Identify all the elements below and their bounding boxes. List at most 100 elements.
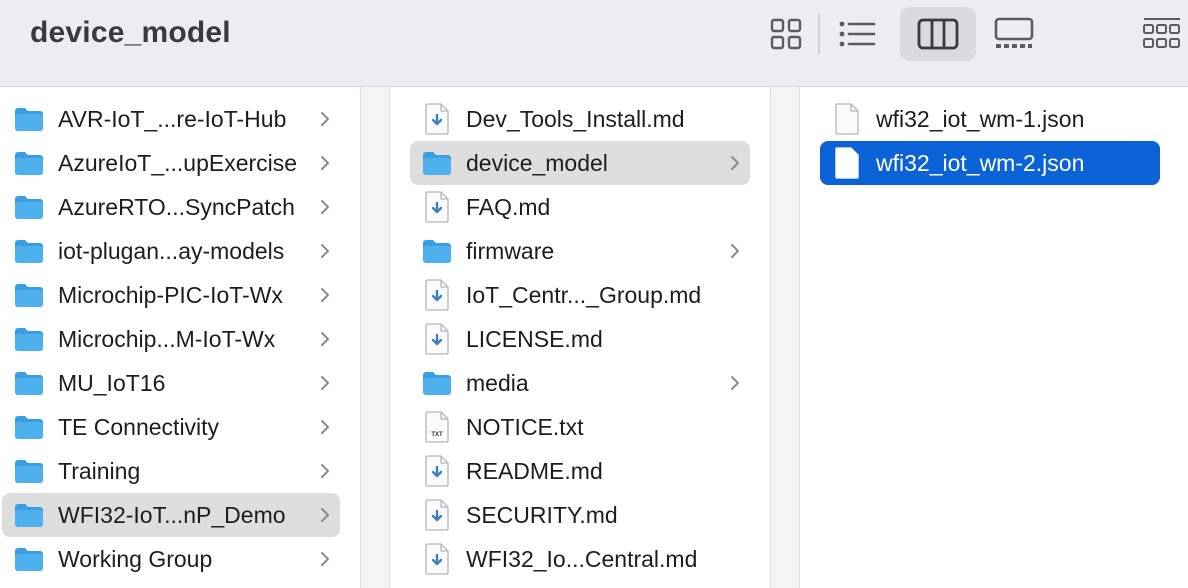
file-item[interactable]: wfi32_iot_wm-1.json	[820, 97, 1160, 141]
item-label: AzureRTO...SyncPatch	[58, 193, 295, 220]
folder-icon	[15, 284, 43, 307]
folder-icon-wrap	[12, 322, 46, 356]
folder-icon	[15, 372, 43, 395]
item-label: iot-plugan...ay-models	[58, 237, 285, 264]
folder-icon	[15, 504, 43, 527]
folder-icon-wrap	[12, 542, 46, 576]
folder-icon	[15, 108, 43, 131]
item-label: device_model	[466, 149, 608, 176]
file-icon-wrap	[830, 146, 864, 180]
item-label: media	[466, 369, 529, 396]
folder-item[interactable]: Microchip...M-IoT-Wx	[2, 317, 340, 361]
file-icon-wrap	[420, 322, 454, 356]
group-icon	[1143, 18, 1180, 48]
file-item[interactable]: WFI32_Io...Central.md	[410, 537, 750, 581]
item-label: Working Group	[58, 545, 213, 572]
file-icon-wrap	[420, 498, 454, 532]
file-item[interactable]: SECURITY.md	[410, 493, 750, 537]
item-label: LICENSE.md	[466, 325, 603, 352]
chevron-right-icon	[321, 332, 329, 346]
chevron-right-icon	[321, 552, 329, 566]
file-item[interactable]: FAQ.md	[410, 185, 750, 229]
folder-icon	[423, 372, 451, 395]
chevron-right-icon	[731, 156, 739, 170]
column-1[interactable]: AVR-IoT_...re-IoT-Hub AzureIoT_...upExerc…	[0, 87, 360, 588]
folder-icon-wrap	[12, 234, 46, 268]
file-item[interactable]: wfi32_iot_wm-2.json	[820, 141, 1160, 185]
item-label: Microchip...M-IoT-Wx	[58, 325, 276, 352]
folder-item[interactable]: Microchip-PIC-IoT-Wx	[2, 273, 340, 317]
group-view-button[interactable]	[1124, 7, 1188, 61]
folder-item[interactable]: MU_IoT16	[2, 361, 340, 405]
file-icon-wrap	[420, 190, 454, 224]
item-label: SECURITY.md	[466, 501, 618, 528]
chevron-right-icon	[321, 244, 329, 258]
item-label: Training	[58, 457, 141, 484]
folder-item[interactable]: iot-plugan...ay-models	[2, 229, 340, 273]
folder-icon	[15, 416, 43, 439]
file-icon-wrap: TXT	[420, 410, 454, 444]
folder-item[interactable]: AVR-IoT_...re-IoT-Hub	[2, 97, 340, 141]
folder-icon-wrap	[420, 366, 454, 400]
file-item[interactable]: Dev_Tools_Install.md	[410, 97, 750, 141]
list-icon	[839, 21, 876, 47]
grid-icon	[770, 18, 802, 50]
folder-icon	[15, 196, 43, 219]
folder-item[interactable]: WFI32-IoT...nP_Demo	[2, 493, 340, 537]
chevron-right-icon	[321, 112, 329, 126]
item-label: FAQ.md	[466, 193, 551, 220]
file-item[interactable]: LICENSE.md	[410, 317, 750, 361]
folder-icon-wrap	[12, 366, 46, 400]
column-gap	[361, 87, 389, 588]
item-label: README.md	[466, 457, 603, 484]
gallery-view-button[interactable]	[976, 7, 1052, 61]
toolbar: device_model	[0, 0, 1188, 87]
file-item[interactable]: README.md	[410, 449, 750, 493]
folder-item[interactable]: firmware	[410, 229, 750, 273]
folder-item[interactable]: device_model	[410, 141, 750, 185]
file-icon-wrap	[420, 278, 454, 312]
folder-icon-wrap	[12, 146, 46, 180]
markdown-file-icon	[425, 543, 449, 575]
folder-icon	[15, 460, 43, 483]
list-view-button[interactable]	[820, 7, 896, 61]
chevron-right-icon	[321, 376, 329, 390]
item-label: wfi32_iot_wm-1.json	[876, 105, 1085, 132]
column-3[interactable]: wfi32_iot_wm-1.json wfi32_iot_wm-2.json	[800, 87, 1188, 588]
markdown-file-icon	[425, 279, 449, 311]
folder-icon-wrap	[12, 278, 46, 312]
item-label: Microchip-PIC-IoT-Wx	[58, 281, 283, 308]
item-label: Dev_Tools_Install.md	[466, 105, 685, 132]
item-label: WFI32_Io...Central.md	[466, 545, 698, 572]
markdown-file-icon	[425, 499, 449, 531]
icon-view-button[interactable]	[748, 7, 824, 61]
folder-icon	[423, 240, 451, 263]
folder-item[interactable]: media	[410, 361, 750, 405]
folder-item[interactable]: Working Group	[2, 537, 340, 581]
folder-item[interactable]: TE Connectivity	[2, 405, 340, 449]
file-item[interactable]: IoT_Centr..._Group.md	[410, 273, 750, 317]
folder-item[interactable]: Training	[2, 449, 340, 493]
document-icon	[835, 103, 859, 135]
folder-icon-wrap	[420, 234, 454, 268]
markdown-file-icon	[425, 103, 449, 135]
folder-icon-wrap	[12, 498, 46, 532]
column-2[interactable]: Dev_Tools_Install.md device_model FAQ.md fi…	[390, 87, 770, 588]
folder-icon-wrap	[12, 190, 46, 224]
item-label: WFI32-IoT...nP_Demo	[58, 501, 286, 528]
folder-item[interactable]: AzureRTO...SyncPatch	[2, 185, 340, 229]
chevron-right-icon	[731, 376, 739, 390]
markdown-file-icon	[425, 455, 449, 487]
column-view-button[interactable]	[900, 7, 976, 61]
folder-icon	[15, 548, 43, 571]
window-title: device_model	[30, 16, 231, 49]
chevron-right-icon	[731, 244, 739, 258]
file-item[interactable]: TXT NOTICE.txt	[410, 405, 750, 449]
file-icon-wrap	[420, 454, 454, 488]
markdown-file-icon	[425, 191, 449, 223]
folder-icon	[15, 328, 43, 351]
column-browser: AVR-IoT_...re-IoT-Hub AzureIoT_...upExerc…	[0, 87, 1188, 588]
chevron-right-icon	[321, 200, 329, 214]
file-icon-wrap	[830, 102, 864, 136]
folder-item[interactable]: AzureIoT_...upExercise	[2, 141, 340, 185]
